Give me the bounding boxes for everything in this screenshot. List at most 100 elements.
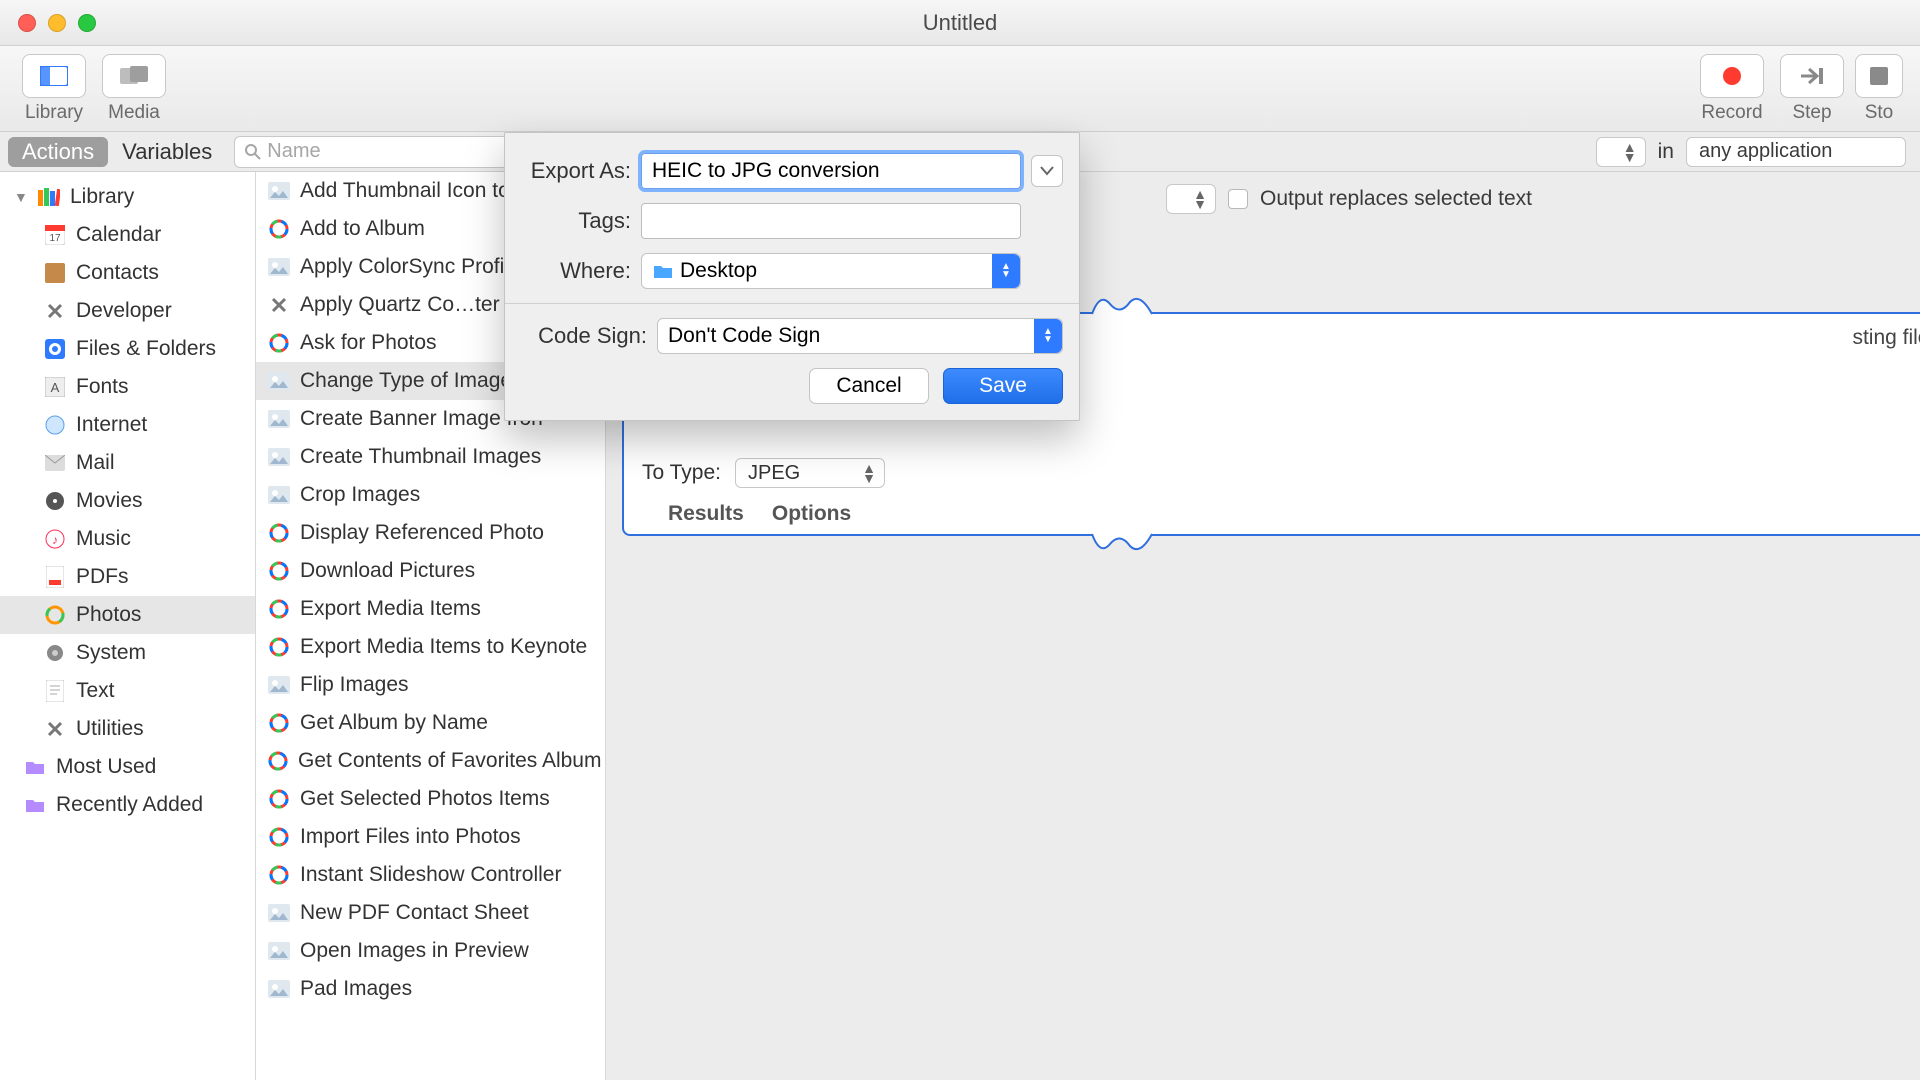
sidebar-item-photos[interactable]: Photos bbox=[0, 596, 255, 634]
action-item[interactable]: Download Pictures bbox=[256, 552, 605, 590]
sidebar-item-text[interactable]: Text bbox=[0, 672, 255, 710]
stepper-icon: ▲▼ bbox=[992, 254, 1020, 288]
sidebar-item-contacts[interactable]: Contacts bbox=[0, 254, 255, 292]
to-type-popup[interactable]: JPEG▲▼ bbox=[735, 458, 885, 488]
action-icon bbox=[268, 522, 290, 544]
sidebar-most-used[interactable]: Most Used bbox=[0, 748, 255, 786]
action-item-label: Export Media Items to Keynote bbox=[300, 635, 587, 659]
where-popup[interactable]: Desktop ▲▼ bbox=[641, 253, 1021, 289]
action-item-label: Crop Images bbox=[300, 483, 420, 507]
sidebar-item-calendar[interactable]: 17 Calendar bbox=[0, 216, 255, 254]
sidebar-item-label: Utilities bbox=[76, 717, 144, 741]
sidebar-library-root[interactable]: ▼ Library bbox=[0, 178, 255, 216]
sidebar-recently-added[interactable]: Recently Added bbox=[0, 786, 255, 824]
tags-field[interactable] bbox=[641, 203, 1021, 239]
toolbar-media-label: Media bbox=[108, 102, 160, 124]
action-item-label: Flip Images bbox=[300, 673, 409, 697]
category-icon bbox=[44, 680, 66, 702]
action-item-label: Get Contents of Favorites Album bbox=[298, 749, 601, 773]
sidebar-item-music[interactable]: ♪Music bbox=[0, 520, 255, 558]
category-icon bbox=[44, 452, 66, 474]
expand-save-panel-button[interactable] bbox=[1031, 155, 1063, 187]
sidebar-item-developer[interactable]: Developer bbox=[0, 292, 255, 330]
action-icon bbox=[268, 408, 290, 430]
action-icon bbox=[268, 712, 290, 734]
toolbar-record[interactable]: Record bbox=[1692, 54, 1772, 124]
sidebar-item-files-folders[interactable]: Files & Folders bbox=[0, 330, 255, 368]
sidebar-item-internet[interactable]: Internet bbox=[0, 406, 255, 444]
action-item[interactable]: Instant Slideshow Controller bbox=[256, 856, 605, 894]
category-icon bbox=[44, 642, 66, 664]
action-item[interactable]: Display Referenced Photo bbox=[256, 514, 605, 552]
service-input-popup[interactable]: ▲▼ bbox=[1596, 137, 1646, 167]
action-icon bbox=[268, 560, 290, 582]
action-item[interactable]: Get Album by Name bbox=[256, 704, 605, 742]
card-tab-options[interactable]: Options bbox=[772, 502, 851, 526]
sidebar-item-label: Contacts bbox=[76, 261, 159, 285]
sidebar-item-fonts[interactable]: AFonts bbox=[0, 368, 255, 406]
sidebar-item-mail[interactable]: Mail bbox=[0, 444, 255, 482]
action-item-label: Import Files into Photos bbox=[300, 825, 521, 849]
word-in: in bbox=[1658, 140, 1674, 164]
sidebar-item-label: Calendar bbox=[76, 223, 161, 247]
service-output-popup[interactable]: ▲▼ bbox=[1166, 184, 1216, 214]
tab-actions[interactable]: Actions bbox=[8, 137, 108, 167]
action-item-label: Get Album by Name bbox=[300, 711, 488, 735]
toolbar-stop[interactable]: Sto bbox=[1852, 54, 1906, 124]
sidebar-item-utilities[interactable]: Utilities bbox=[0, 710, 255, 748]
action-item-label: Open Images in Preview bbox=[300, 939, 529, 963]
action-item[interactable]: Get Contents of Favorites Album bbox=[256, 742, 605, 780]
tab-variables[interactable]: Variables bbox=[108, 137, 226, 167]
action-item[interactable]: Pad Images bbox=[256, 970, 605, 1008]
disclosure-triangle-icon[interactable]: ▼ bbox=[14, 189, 28, 205]
category-icon bbox=[44, 566, 66, 588]
card-tab-results[interactable]: Results bbox=[668, 502, 744, 526]
svg-text:A: A bbox=[51, 380, 60, 395]
sidebar-item-label: Developer bbox=[76, 299, 172, 323]
sidebar-item-label: Mail bbox=[76, 451, 115, 475]
export-sheet: Export As: Tags: Where: Desktop ▲▼ Code … bbox=[504, 132, 1080, 421]
folder-purple-icon bbox=[24, 756, 46, 778]
toolbar-library[interactable]: Library bbox=[14, 54, 94, 124]
action-item[interactable]: Import Files into Photos bbox=[256, 818, 605, 856]
titlebar: Untitled bbox=[0, 0, 1920, 46]
sidebar-item-pdfs[interactable]: PDFs bbox=[0, 558, 255, 596]
action-item[interactable]: Open Images in Preview bbox=[256, 932, 605, 970]
sidebar-item-label: System bbox=[76, 641, 146, 665]
action-icon bbox=[268, 598, 290, 620]
action-icon bbox=[268, 902, 290, 924]
category-icon: ♪ bbox=[44, 528, 66, 550]
action-item[interactable]: Export Media Items to Keynote bbox=[256, 628, 605, 666]
toolbar-library-label: Library bbox=[25, 102, 83, 124]
export-as-field[interactable] bbox=[641, 153, 1021, 189]
toolbar-step[interactable]: Step bbox=[1772, 54, 1852, 124]
action-icon bbox=[268, 484, 290, 506]
action-item-label: Add to Album bbox=[300, 217, 425, 241]
category-icon: A bbox=[44, 376, 66, 398]
action-item[interactable]: Crop Images bbox=[256, 476, 605, 514]
action-item-label: New PDF Contact Sheet bbox=[300, 901, 529, 925]
save-button[interactable]: Save bbox=[943, 368, 1063, 404]
action-icon bbox=[268, 446, 290, 468]
cancel-button[interactable]: Cancel bbox=[809, 368, 929, 404]
action-icon bbox=[268, 826, 290, 848]
sidebar-item-system[interactable]: System bbox=[0, 634, 255, 672]
connector-out-icon bbox=[1092, 532, 1152, 556]
search-placeholder: Name bbox=[267, 140, 320, 163]
code-sign-popup[interactable]: Don't Code Sign ▲▼ bbox=[657, 318, 1063, 354]
action-item[interactable]: Get Selected Photos Items bbox=[256, 780, 605, 818]
sidebar-item-label: PDFs bbox=[76, 565, 129, 589]
window-title: Untitled bbox=[0, 10, 1920, 36]
sidebar-recently-added-label: Recently Added bbox=[56, 793, 203, 817]
action-item[interactable]: New PDF Contact Sheet bbox=[256, 894, 605, 932]
toolbar-media[interactable]: Media bbox=[94, 54, 174, 124]
sidebar-item-label: Files & Folders bbox=[76, 337, 216, 361]
sidebar-item-movies[interactable]: Movies bbox=[0, 482, 255, 520]
application-popup[interactable]: any application bbox=[1686, 137, 1906, 167]
action-item[interactable]: Flip Images bbox=[256, 666, 605, 704]
output-replaces-checkbox[interactable] bbox=[1228, 189, 1248, 209]
action-item[interactable]: Create Thumbnail Images bbox=[256, 438, 605, 476]
action-item[interactable]: Export Media Items bbox=[256, 590, 605, 628]
chevron-down-icon bbox=[1040, 166, 1054, 176]
category-icon: 17 bbox=[44, 224, 66, 246]
